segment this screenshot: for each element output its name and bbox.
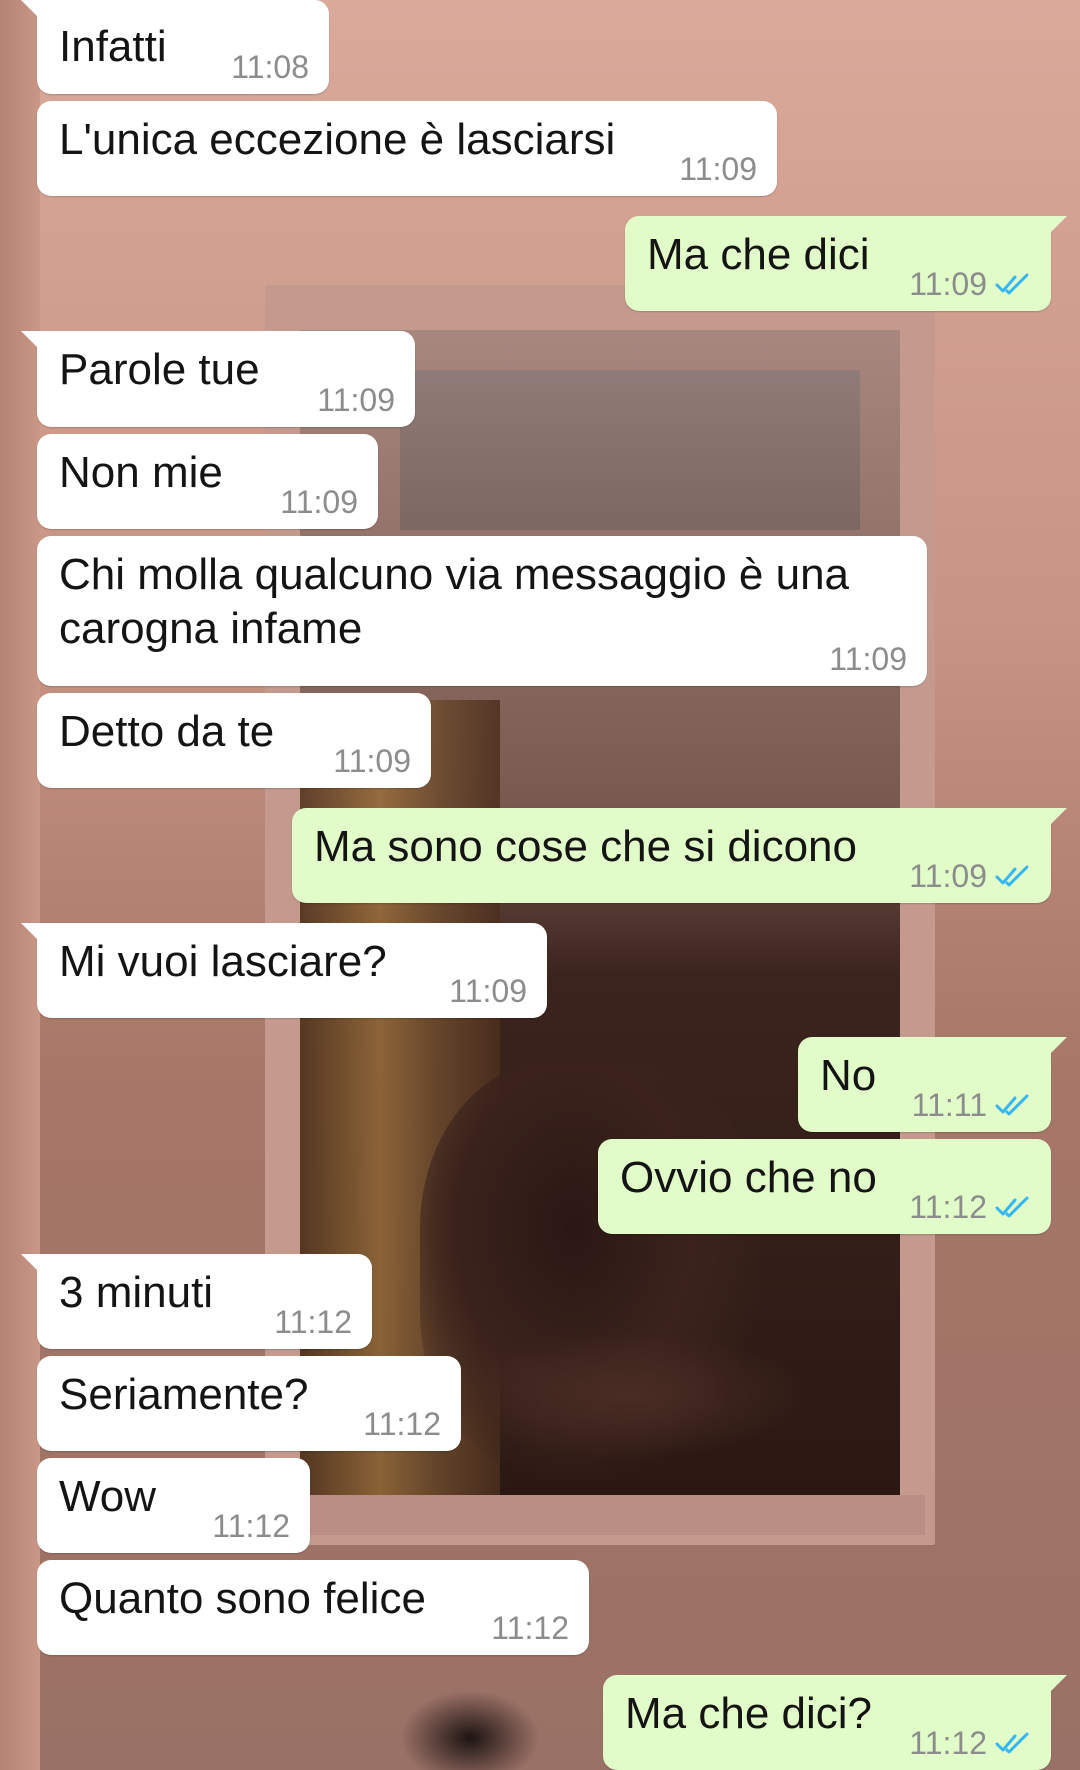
message-meta: 11:09	[449, 974, 527, 1008]
read-double-check-icon	[995, 1196, 1029, 1218]
read-double-check-icon	[995, 1732, 1029, 1754]
incoming-message[interactable]: Chi molla qualcuno via messaggio è una c…	[37, 536, 927, 686]
message-time: 11:09	[317, 382, 395, 418]
message-time: 11:12	[909, 1725, 987, 1761]
message-meta: 11:12	[491, 1611, 569, 1645]
message-time: 11:12	[274, 1304, 352, 1340]
message-meta: 11:12	[212, 1509, 290, 1543]
outgoing-message[interactable]: Ma sono cose che si dicono 11:09	[292, 808, 1067, 903]
incoming-message[interactable]: Wow 11:12	[37, 1458, 310, 1553]
incoming-message[interactable]: Mi vuoi lasciare? 11:09	[21, 923, 547, 1018]
message-time: 11:12	[212, 1508, 290, 1544]
incoming-message[interactable]: Seriamente? 11:12	[37, 1356, 461, 1451]
message-time: 11:09	[333, 743, 411, 779]
message-meta: 11:09	[829, 642, 907, 676]
incoming-message[interactable]: L'unica eccezione è lasciarsi 11:09	[37, 101, 777, 196]
message-meta: 11:09	[909, 859, 1031, 893]
message-time: 11:09	[829, 641, 907, 677]
message-meta: 11:12	[363, 1407, 441, 1441]
message-time: 11:11	[911, 1087, 987, 1123]
outgoing-message[interactable]: Ovvio che no 11:12	[598, 1139, 1051, 1234]
message-meta: 11:12	[909, 1190, 1031, 1224]
message-meta: 11:12	[909, 1726, 1031, 1760]
incoming-message[interactable]: Infatti 11:08	[21, 0, 329, 94]
message-time: 11:12	[491, 1610, 569, 1646]
message-meta: 11:12	[274, 1305, 352, 1339]
outgoing-message[interactable]: Ma che dici 11:09	[625, 216, 1067, 311]
message-time: 11:09	[909, 266, 987, 302]
message-meta: 11:09	[280, 485, 358, 519]
message-time: 11:12	[909, 1189, 987, 1225]
message-meta: 11:08	[231, 50, 309, 84]
read-double-check-icon	[995, 1094, 1029, 1116]
outgoing-message[interactable]: Ma che dici? 11:12	[603, 1675, 1067, 1770]
message-time: 11:12	[363, 1406, 441, 1442]
incoming-message[interactable]: Parole tue 11:09	[21, 331, 415, 427]
outgoing-message[interactable]: No 11:11	[798, 1037, 1067, 1132]
message-list[interactable]: Infatti 11:08 L'unica eccezione è lascia…	[0, 0, 1080, 1770]
message-time: 11:09	[449, 973, 527, 1009]
message-time: 11:09	[679, 151, 757, 187]
incoming-message[interactable]: Detto da te 11:09	[37, 693, 431, 788]
message-text: L'unica eccezione è lasciarsi	[59, 115, 616, 164]
incoming-message[interactable]: 3 minuti 11:12	[21, 1254, 372, 1349]
message-meta: 11:11	[912, 1088, 1031, 1122]
message-time: 11:08	[231, 49, 309, 85]
message-meta: 11:09	[317, 383, 395, 417]
message-meta: 11:09	[909, 267, 1031, 301]
message-text: Chi molla qualcuno via messaggio è una c…	[59, 550, 850, 653]
message-meta: 11:09	[333, 744, 411, 778]
read-double-check-icon	[995, 273, 1029, 295]
incoming-message[interactable]: Non mie 11:09	[37, 434, 378, 529]
read-double-check-icon	[995, 865, 1029, 887]
message-meta: 11:09	[679, 152, 757, 186]
message-time: 11:09	[280, 484, 358, 520]
incoming-message[interactable]: Quanto sono felice 11:12	[37, 1560, 589, 1655]
message-time: 11:09	[909, 858, 987, 894]
